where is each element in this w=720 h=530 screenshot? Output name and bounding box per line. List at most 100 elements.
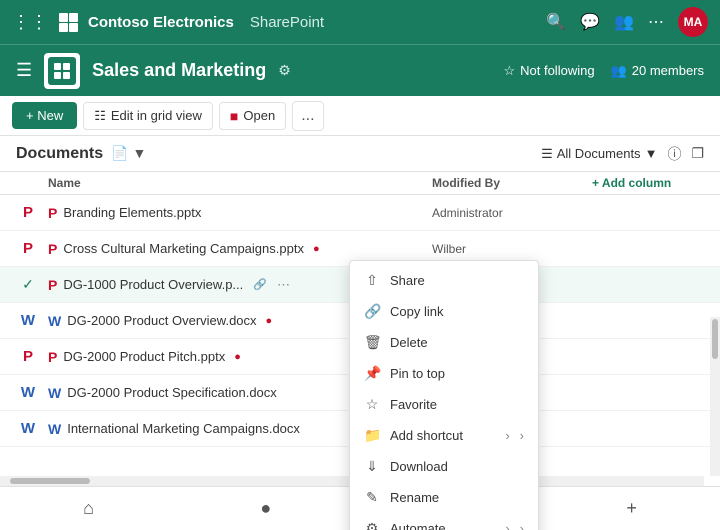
share-row-icon[interactable]: 🔗 <box>253 278 267 291</box>
edit-grid-button[interactable]: ☷ Edit in grid view <box>83 102 213 130</box>
file-icon: P <box>8 348 48 365</box>
share-icon: ⇧ <box>364 272 380 289</box>
check-icon: ✓ <box>22 276 34 293</box>
members-button[interactable]: 👥 20 members <box>611 63 704 79</box>
file-type-icon: P <box>23 348 33 365</box>
menu-item-automate[interactable]: ⚙ Automate › <box>350 513 538 530</box>
favorite-icon: ☆ <box>364 396 380 413</box>
download-label: Download <box>390 459 524 474</box>
file-icon-inline: P <box>48 349 57 365</box>
rename-label: Rename <box>390 490 524 505</box>
file-icon: W <box>8 384 48 401</box>
view-icon[interactable]: 📄 ▼ <box>111 145 146 162</box>
header-modified[interactable]: Modified By <box>432 176 592 190</box>
file-name-text[interactable]: DG-2000 Product Overview.docx <box>67 313 256 328</box>
bottom-nav-home[interactable]: ⌂ <box>67 490 110 527</box>
menu-item-copy-link[interactable]: 🔗 Copy link <box>350 296 538 327</box>
scrollbar-thumb-v[interactable] <box>712 319 718 359</box>
delete-icon: 🗑 <box>364 334 380 351</box>
not-following-button[interactable]: ☆ Not following <box>503 63 594 79</box>
sharepoint-label: SharePoint <box>250 14 324 31</box>
more-nav-icon[interactable]: ⋯ <box>648 12 664 32</box>
main-content: + New ☷ Edit in grid view ■ Open ... Doc… <box>0 96 720 530</box>
automate-label: Automate <box>390 521 495 530</box>
star-icon: ☆ <box>503 63 515 79</box>
file-type-icon: W <box>21 384 35 401</box>
file-name-text[interactable]: DG-2000 Product Pitch.pptx <box>63 349 225 364</box>
file-name: P Branding Elements.pptx <box>48 205 432 221</box>
header-name[interactable]: Name <box>48 176 432 190</box>
error-icon: ● <box>313 243 320 255</box>
file-area: Name Modified By + Add column P P Brandi… <box>0 172 720 530</box>
open-button[interactable]: ■ Open <box>219 102 286 130</box>
header-checkbox-col <box>8 176 48 190</box>
toolbar: + New ☷ Edit in grid view ■ Open ... <box>0 96 720 136</box>
file-list-header: Name Modified By + Add column <box>0 172 720 195</box>
file-icon-inline: W <box>48 313 61 329</box>
header-right: ☆ Not following 👥 20 members <box>503 63 704 79</box>
all-docs-button[interactable]: ☰ All Documents ▼ <box>541 146 657 162</box>
error-icon: ● <box>266 315 273 327</box>
expand-icon[interactable]: ❐ <box>691 145 704 162</box>
menu-item-delete[interactable]: 🗑 Delete <box>350 327 538 358</box>
top-nav-bar: ⋮⋮ Contoso Electronics SharePoint 🔍 💬 👥 … <box>0 0 720 44</box>
app-name: Contoso Electronics <box>88 14 234 31</box>
file-icon: W <box>8 420 48 437</box>
settings-icon[interactable]: ⚙ <box>278 62 291 79</box>
file-row[interactable]: P P Branding Elements.pptx Administrator <box>0 195 720 231</box>
file-name-text[interactable]: DG-2000 Product Specification.docx <box>67 385 277 400</box>
more-row-icon[interactable]: ⋯ <box>277 277 290 293</box>
file-name-text[interactable]: International Marketing Campaigns.docx <box>67 421 300 436</box>
file-name-text[interactable]: DG-1000 Product Overview.p... <box>63 277 243 292</box>
site-logo <box>44 53 80 89</box>
file-icon: ✓ <box>8 276 48 293</box>
hamburger-icon[interactable]: ☰ <box>16 60 32 81</box>
scrollbar-thumb-h[interactable] <box>10 478 90 484</box>
add-column-button[interactable]: + Add column <box>592 176 712 190</box>
avatar[interactable]: MA <box>678 7 708 37</box>
rename-icon: ✎ <box>364 489 380 506</box>
person-icon: 👥 <box>611 63 627 79</box>
file-icon-inline: P <box>48 205 57 221</box>
file-name-text[interactable]: Branding Elements.pptx <box>63 205 201 220</box>
copy-link-label: Copy link <box>390 304 524 319</box>
not-following-label: Not following <box>520 63 594 78</box>
bottom-nav-globe[interactable]: ● <box>244 490 287 527</box>
share-nav-icon[interactable]: 👥 <box>614 12 634 32</box>
favorite-label: Favorite <box>390 397 524 412</box>
info-icon[interactable]: ⓘ <box>667 144 681 164</box>
open-pptx-icon: ■ <box>230 108 238 124</box>
site-logo-inner <box>48 57 76 85</box>
chat-icon[interactable]: 💬 <box>580 12 600 32</box>
bottom-nav-plus[interactable]: + <box>610 490 653 527</box>
menu-item-favorite[interactable]: ☆ Favorite <box>350 389 538 420</box>
chevron-down-icon: ▼ <box>645 146 658 161</box>
modified-by: Wilber <box>432 242 592 256</box>
automate-icon: ⚙ <box>364 520 380 530</box>
contoso-logo <box>58 12 78 32</box>
file-icon-inline: P <box>48 277 57 293</box>
context-menu: ⇧ Share 🔗 Copy link 🗑 Delete 📌 Pin to to… <box>349 260 539 530</box>
doc-title: Documents <box>16 145 103 163</box>
file-name-text[interactable]: Cross Cultural Marketing Campaigns.pptx <box>63 241 304 256</box>
menu-item-share[interactable]: ⇧ Share <box>350 265 538 296</box>
file-icon-inline: P <box>48 241 57 257</box>
scrollbar-vertical[interactable] <box>710 317 720 476</box>
file-icon-inline: W <box>48 385 61 401</box>
members-label: 20 members <box>632 63 704 78</box>
menu-item-rename[interactable]: ✎ Rename <box>350 482 538 513</box>
menu-item-add-shortcut[interactable]: 📁 Add shortcut › <box>350 420 538 451</box>
menu-item-pin-to-top[interactable]: 📌 Pin to top <box>350 358 538 389</box>
search-icon[interactable]: 🔍 <box>546 12 566 32</box>
more-toolbar-button[interactable]: ... <box>292 101 323 131</box>
new-button[interactable]: + New <box>12 102 77 129</box>
waffle-icon[interactable]: ⋮⋮ <box>12 12 48 33</box>
file-type-icon: P <box>23 240 33 257</box>
doc-header: Documents 📄 ▼ ☰ All Documents ▼ ⓘ ❐ <box>0 136 720 172</box>
all-docs-label: All Documents <box>557 146 641 161</box>
site-header: ☰ Sales and Marketing ⚙ ☆ Not following … <box>0 44 720 96</box>
file-type-icon: W <box>21 312 35 329</box>
error-icon: ● <box>234 351 241 363</box>
menu-item-download[interactable]: ⇓ Download <box>350 451 538 482</box>
file-type-icon: P <box>23 204 33 221</box>
